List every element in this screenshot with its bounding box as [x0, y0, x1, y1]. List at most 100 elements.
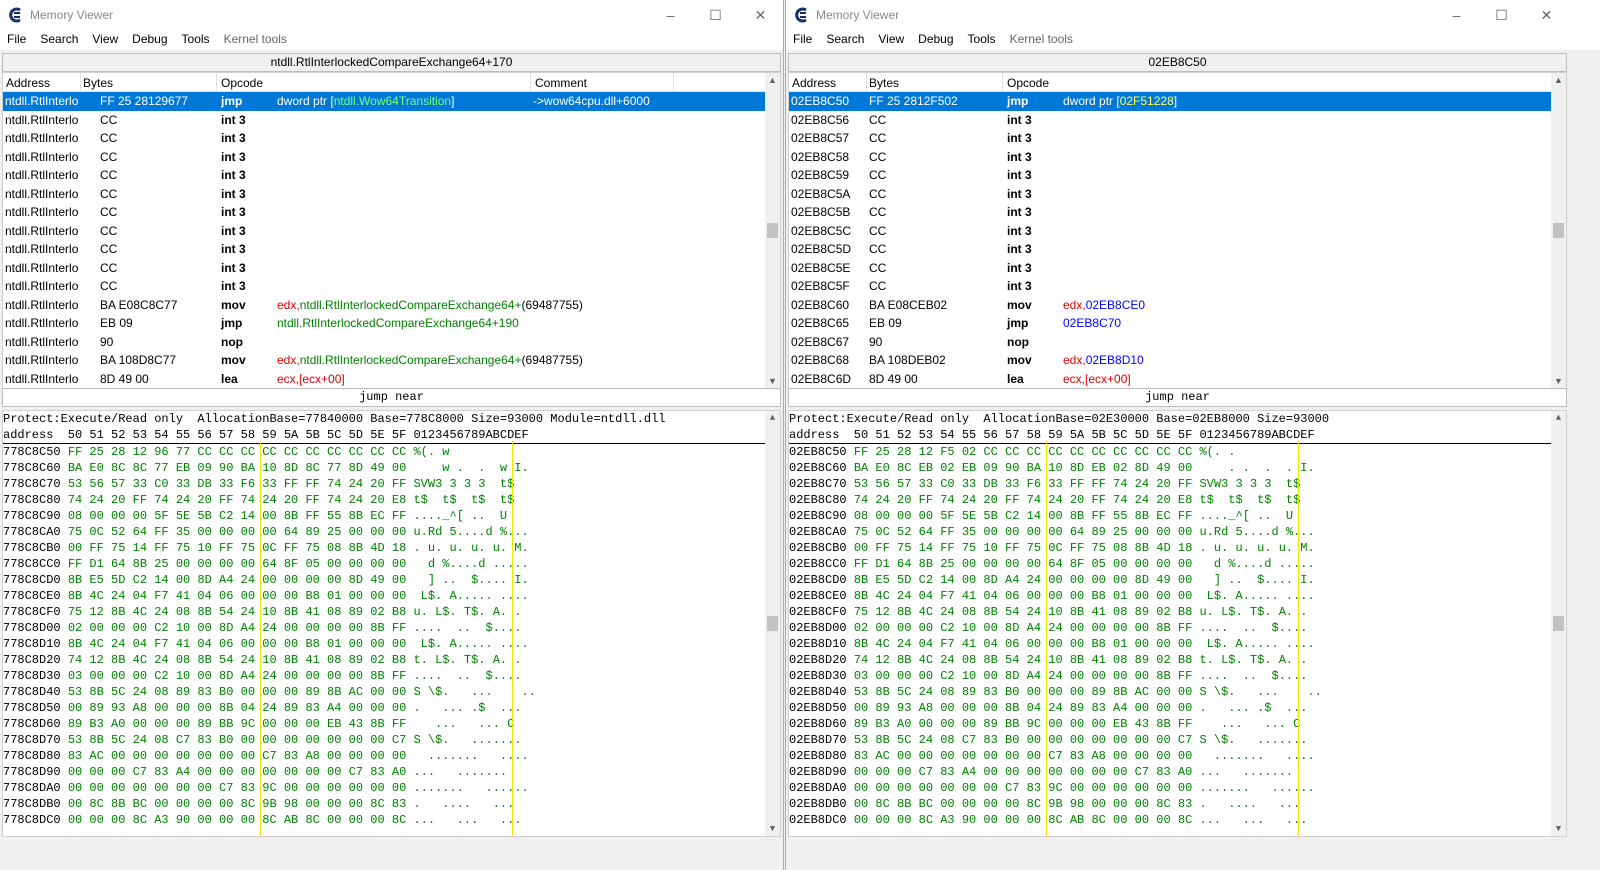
disasm-row[interactable]: 02EB8C58 CC int 3	[789, 148, 1566, 167]
disasm-row[interactable]: 02EB8C68 BA 108DEB02 mov edx,02EB8D10	[789, 351, 1566, 370]
disasm-row[interactable]: ntdll.RtlInterlo CC int 3	[3, 277, 780, 296]
hex-line[interactable]: 02EB8D40 53 8B 5C 24 08 89 83 B0 00 00 0…	[789, 684, 1566, 700]
hex-line[interactable]: 02EB8DC0 00 00 00 8C A3 90 00 00 00 8C A…	[789, 812, 1566, 828]
disasm-row[interactable]: 02EB8C67 90 nop	[789, 333, 1566, 352]
disasm-row[interactable]: ntdll.RtlInterlo BA E08C8C77 mov edx,ntdll.…	[3, 296, 780, 315]
hex-line[interactable]: 778C8D90 00 00 00 C7 83 A4 00 00 00 00 0…	[3, 764, 780, 780]
menu-search[interactable]: Search	[819, 30, 871, 46]
disasm-row[interactable]: 02EB8C56 CC int 3	[789, 111, 1566, 130]
disasm-row[interactable]: ntdll.RtlInterlo CC int 3	[3, 185, 780, 204]
hex-line[interactable]: 778C8CE0 8B 4C 24 04 F7 41 04 06 00 00 0…	[3, 588, 780, 604]
disasm-row[interactable]: ntdll.RtlInterlo CC int 3	[3, 166, 780, 185]
disasm-row[interactable]: 02EB8C5B CC int 3	[789, 203, 1566, 222]
col-opcode[interactable]: Opcode	[1007, 76, 1049, 90]
hex-line[interactable]: 778C8D20 74 12 8B 4C 24 08 8B 54 24 10 8…	[3, 652, 780, 668]
hex-line[interactable]: 02EB8D10 8B 4C 24 04 F7 41 04 06 00 00 0…	[789, 636, 1566, 652]
col-opcode[interactable]: Opcode	[221, 76, 263, 90]
col-address[interactable]: Address	[6, 76, 50, 90]
hex-line[interactable]: 778C8D10 8B 4C 24 04 F7 41 04 06 00 00 0…	[3, 636, 780, 652]
hex-line[interactable]: 02EB8DB0 00 8C 8B BC 00 00 00 00 8C 9B 9…	[789, 796, 1566, 812]
disasm-row[interactable]: ntdll.RtlInterlo CC int 3	[3, 148, 780, 167]
menu-tools[interactable]: Tools	[175, 30, 217, 46]
hex-line[interactable]: 02EB8CD0 8B E5 5D C2 14 00 8D A4 24 00 0…	[789, 572, 1566, 588]
minimize-button[interactable]: –	[648, 0, 693, 30]
disasm-row[interactable]: 02EB8C5D CC int 3	[789, 240, 1566, 259]
hex-line[interactable]: 02EB8C70 53 56 57 33 C0 33 DB 33 F6 33 F…	[789, 476, 1566, 492]
disassembler-view[interactable]: Address Bytes Opcode 02EB8C50 FF 25 2812F…	[788, 72, 1567, 389]
hex-line[interactable]: 02EB8CF0 75 12 8B 4C 24 08 8B 54 24 10 8…	[789, 604, 1566, 620]
menu-kernel-tools[interactable]: Kernel tools	[1003, 30, 1080, 46]
disassembler-scrollbar[interactable]: ▲ ▼	[765, 73, 780, 388]
menu-debug[interactable]: Debug	[125, 30, 174, 46]
hex-line[interactable]: 778C8DC0 00 00 00 8C A3 90 00 00 00 8C A…	[3, 812, 780, 828]
disasm-row[interactable]: 02EB8C6D 8D 49 00 lea ecx,[ecx+00]	[789, 370, 1566, 389]
disasm-row[interactable]: 02EB8C59 CC int 3	[789, 166, 1566, 185]
disasm-row[interactable]: ntdll.RtlInterlo CC int 3	[3, 222, 780, 241]
hex-scrollbar[interactable]: ▲ ▼	[765, 411, 780, 836]
hex-line[interactable]: 02EB8C80 74 24 20 FF 74 24 20 FF 74 24 2…	[789, 492, 1566, 508]
hex-scrollbar[interactable]: ▲ ▼	[1551, 411, 1566, 836]
hex-line[interactable]: 02EB8C60 BA E0 8C EB 02 EB 09 90 BA 10 8…	[789, 460, 1566, 476]
hex-line[interactable]: 778C8C90 08 00 00 00 5F 5E 5B C2 14 00 8…	[3, 508, 780, 524]
disasm-row[interactable]: 02EB8C5A CC int 3	[789, 185, 1566, 204]
close-button[interactable]: ✕	[738, 0, 783, 30]
hex-line[interactable]: 02EB8D60 89 B3 A0 00 00 00 89 BB 9C 00 0…	[789, 716, 1566, 732]
address-bar[interactable]: 02EB8C50	[788, 53, 1567, 72]
disasm-row[interactable]: ntdll.RtlInterlo 90 nop	[3, 333, 780, 352]
hex-line[interactable]: 02EB8D00 02 00 00 00 C2 10 00 8D A4 24 0…	[789, 620, 1566, 636]
maximize-button[interactable]: ☐	[1479, 0, 1524, 30]
hex-line[interactable]: 778C8D30 03 00 00 00 C2 10 00 8D A4 24 0…	[3, 668, 780, 684]
maximize-button[interactable]: ☐	[693, 0, 738, 30]
hex-line[interactable]: 778C8DA0 00 00 00 00 00 00 00 C7 83 9C 0…	[3, 780, 780, 796]
title-bar[interactable]: Memory Viewer – ☐ ✕	[0, 0, 783, 30]
disasm-row[interactable]: ntdll.RtlInterlo CC int 3	[3, 259, 780, 278]
disasm-row[interactable]: ntdll.RtlInterlo EB 09 jmp ntdll.RtlInterlo…	[3, 314, 780, 333]
hex-line[interactable]: 778C8D00 02 00 00 00 C2 10 00 8D A4 24 0…	[3, 620, 780, 636]
disasm-row[interactable]: 02EB8C5C CC int 3	[789, 222, 1566, 241]
col-address[interactable]: Address	[792, 76, 836, 90]
hex-line[interactable]: 02EB8C50 FF 25 28 12 F5 02 CC CC CC CC C…	[789, 444, 1566, 460]
menu-file[interactable]: File	[786, 30, 819, 46]
hex-line[interactable]: 778C8DB0 00 8C 8B BC 00 00 00 00 8C 9B 9…	[3, 796, 780, 812]
hex-line[interactable]: 778C8CC0 FF D1 64 8B 25 00 00 00 00 64 8…	[3, 556, 780, 572]
disasm-row[interactable]: ntdll.RtlInterlo CC int 3	[3, 111, 780, 130]
hex-line[interactable]: 778C8D80 83 AC 00 00 00 00 00 00 00 C7 8…	[3, 748, 780, 764]
hex-view[interactable]: Protect:Execute/Read only AllocationBase…	[788, 410, 1567, 837]
disasm-row[interactable]: ntdll.RtlInterlo CC int 3	[3, 129, 780, 148]
col-comment[interactable]: Comment	[535, 76, 587, 90]
disassembler-view[interactable]: Address Bytes Opcode Comment ntdll.RtlIn…	[2, 72, 781, 389]
disassembler-scrollbar[interactable]: ▲ ▼	[1551, 73, 1566, 388]
hex-line[interactable]: 778C8D70 53 8B 5C 24 08 C7 83 B0 00 00 0…	[3, 732, 780, 748]
hex-line[interactable]: 02EB8D80 83 AC 00 00 00 00 00 00 00 C7 8…	[789, 748, 1566, 764]
title-bar[interactable]: Memory Viewer – ☐ ✕	[786, 0, 1600, 30]
hex-line[interactable]: 02EB8CE0 8B 4C 24 04 F7 41 04 06 00 00 0…	[789, 588, 1566, 604]
hex-line[interactable]: 02EB8DA0 00 00 00 00 00 00 00 C7 83 9C 0…	[789, 780, 1566, 796]
disasm-row[interactable]: 02EB8C5E CC int 3	[789, 259, 1566, 278]
hex-line[interactable]: 778C8D50 00 89 93 A8 00 00 00 8B 04 24 8…	[3, 700, 780, 716]
hex-line[interactable]: 02EB8C90 08 00 00 00 5F 5E 5B C2 14 00 8…	[789, 508, 1566, 524]
hex-line[interactable]: 778C8CB0 00 FF 75 14 FF 75 10 FF 75 0C F…	[3, 540, 780, 556]
menu-view[interactable]: View	[85, 30, 125, 46]
hex-line[interactable]: 02EB8D50 00 89 93 A8 00 00 00 8B 04 24 8…	[789, 700, 1566, 716]
hex-line[interactable]: 778C8CD0 8B E5 5D C2 14 00 8D A4 24 00 0…	[3, 572, 780, 588]
hex-line[interactable]: 02EB8D20 74 12 8B 4C 24 08 8B 54 24 10 8…	[789, 652, 1566, 668]
hex-line[interactable]: 778C8CA0 75 0C 52 64 FF 35 00 00 00 00 6…	[3, 524, 780, 540]
menu-tools[interactable]: Tools	[961, 30, 1003, 46]
menu-kernel-tools[interactable]: Kernel tools	[217, 30, 294, 46]
hex-line[interactable]: 778C8C80 74 24 20 FF 74 24 20 FF 74 24 2…	[3, 492, 780, 508]
hex-line[interactable]: 02EB8CC0 FF D1 64 8B 25 00 00 00 00 64 8…	[789, 556, 1566, 572]
hex-line[interactable]: 778C8C50 FF 25 28 12 96 77 CC CC CC CC C…	[3, 444, 780, 460]
menu-search[interactable]: Search	[33, 30, 85, 46]
disasm-row[interactable]: 02EB8C50 FF 25 2812F502 jmp dword ptr [02F5…	[789, 92, 1566, 111]
hex-line[interactable]: 778C8CF0 75 12 8B 4C 24 08 8B 54 24 10 8…	[3, 604, 780, 620]
minimize-button[interactable]: –	[1434, 0, 1479, 30]
disasm-row[interactable]: 02EB8C5F CC int 3	[789, 277, 1566, 296]
close-button[interactable]: ✕	[1524, 0, 1569, 30]
menu-file[interactable]: File	[0, 30, 33, 46]
disasm-row[interactable]: ntdll.RtlInterlo 8D 49 00 lea ecx,[ecx+00]	[3, 370, 780, 389]
disasm-row[interactable]: 02EB8C57 CC int 3	[789, 129, 1566, 148]
disasm-row[interactable]: 02EB8C60 BA E08CEB02 mov edx,02EB8CE0	[789, 296, 1566, 315]
disasm-row[interactable]: ntdll.RtlInterlo CC int 3	[3, 203, 780, 222]
disasm-row[interactable]: 02EB8C65 EB 09 jmp 02EB8C70	[789, 314, 1566, 333]
hex-line[interactable]: 02EB8D30 03 00 00 00 C2 10 00 8D A4 24 0…	[789, 668, 1566, 684]
